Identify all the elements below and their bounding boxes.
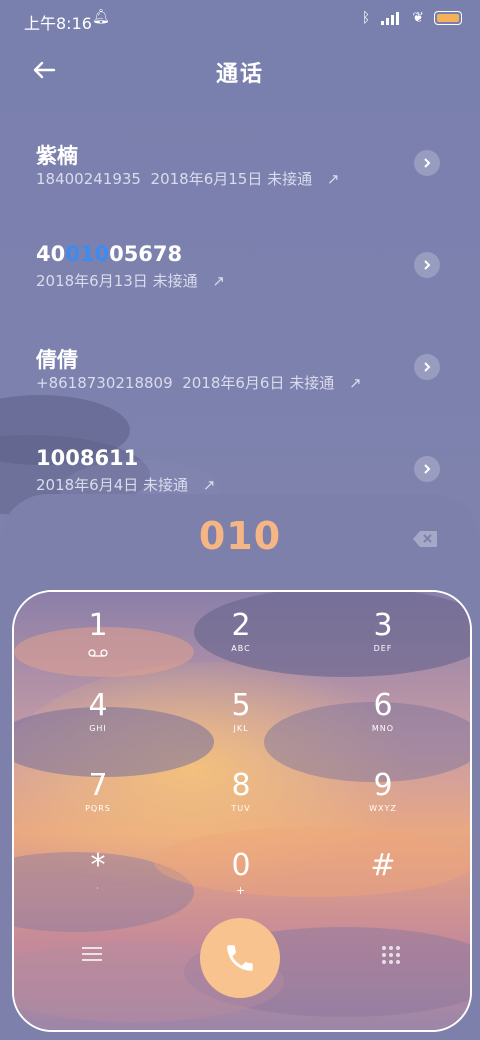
page-title: 通话: [215, 62, 264, 87]
call-date: 2018年6月15日: [150, 170, 263, 188]
call-item[interactable]: 紫楠 18400241935 2018年6月15日 未接通 ↗: [0, 120, 480, 222]
phone-icon: [227, 945, 253, 971]
status-bar: 上午8:16 🔔︎ ᛒ ❦: [0, 0, 480, 40]
dialed-number: 010: [198, 514, 282, 558]
key-letters: ·: [96, 884, 100, 893]
call-meta: +8618730218809 2018年6月6日 未接通 ↗: [36, 372, 362, 393]
status-icons: ᛒ ❦: [362, 10, 462, 26]
key-5[interactable]: 5 JKL: [201, 688, 281, 734]
call-name: 1008611: [36, 446, 139, 470]
call-meta: 18400241935 2018年6月15日 未接通 ↗: [36, 168, 340, 189]
key-digit: 3: [373, 608, 393, 643]
alarm-icon: 🔔︎: [92, 9, 110, 25]
key-digit: 4: [88, 688, 108, 723]
bluetooth-icon: ᛒ: [361, 10, 371, 26]
key-4[interactable]: 4 GHI: [58, 688, 138, 734]
key-digit: 9: [373, 768, 393, 803]
call-name: 紫楠: [36, 144, 78, 168]
call-name-part: 05678: [109, 242, 183, 266]
key-letters: ABC: [231, 644, 251, 653]
battery-icon: [434, 11, 462, 25]
keypad: 1 2 ABC 3 DEF 4 GHI 5 JKL 6 MNO 7 PQRS 8: [12, 590, 472, 1032]
key-digit: 5: [231, 688, 251, 723]
voicemail-icon: [88, 649, 108, 657]
call-date: 2018年6月13日: [36, 272, 148, 290]
call-name-match: 010: [65, 242, 110, 266]
call-item[interactable]: 倩倩 +8618730218809 2018年6月6日 未接通 ↗: [0, 324, 480, 426]
chevron-right-icon[interactable]: [414, 456, 440, 482]
key-3[interactable]: 3 DEF: [343, 608, 423, 654]
key-letters: PQRS: [85, 804, 111, 813]
call-status: 未接通: [289, 374, 335, 392]
key-letters: WXYZ: [369, 804, 397, 813]
outgoing-call-icon: ↗: [349, 374, 362, 392]
key-7[interactable]: 7 PQRS: [58, 768, 138, 814]
outgoing-call-icon: ↗: [202, 476, 216, 494]
call-button[interactable]: [200, 918, 280, 998]
key-9[interactable]: 9 WXYZ: [343, 768, 423, 814]
signal-icon: [381, 12, 400, 25]
outgoing-call-icon: ↗: [212, 272, 225, 290]
key-letters: MNO: [371, 724, 395, 733]
key-1[interactable]: 1: [58, 610, 138, 661]
call-number: 18400241935: [36, 170, 141, 188]
key-star[interactable]: * ·: [58, 848, 138, 894]
call-date: 2018年6月4日: [36, 476, 139, 494]
menu-icon[interactable]: [80, 944, 104, 964]
backspace-icon[interactable]: [412, 530, 438, 548]
key-letters: JKL: [233, 724, 249, 733]
key-digit: 0: [231, 848, 251, 883]
call-name: 倩倩: [36, 348, 78, 372]
call-status: 未接通: [152, 272, 198, 290]
header: 通话: [0, 48, 480, 92]
call-number: +8618730218809: [36, 374, 173, 392]
key-letters: DEF: [373, 644, 393, 653]
dialpad-icon[interactable]: [380, 944, 402, 966]
key-digit: 2: [231, 608, 251, 643]
key-digit: 8: [231, 768, 251, 803]
key-digit: 6: [373, 688, 393, 723]
key-6[interactable]: 6 MNO: [343, 688, 423, 734]
call-status: 未接通: [143, 476, 189, 494]
call-meta: 2018年6月4日 未接通 ↗: [36, 474, 215, 495]
key-digit: 7: [88, 768, 108, 803]
key-2[interactable]: 2 ABC: [201, 608, 281, 654]
key-8[interactable]: 8 TUV: [201, 768, 281, 814]
key-letters: TUV: [231, 804, 251, 813]
call-name-part: 40: [36, 242, 66, 266]
key-letters: +: [235, 884, 247, 897]
key-0[interactable]: 0 +: [201, 848, 281, 898]
call-status: 未接通: [267, 170, 313, 188]
call-meta: 2018年6月13日 未接通 ↗: [36, 270, 225, 291]
key-digit: 1: [88, 608, 108, 643]
leaf-icon: ❦: [412, 10, 424, 26]
chevron-right-icon[interactable]: [414, 354, 440, 380]
key-letters: GHI: [89, 724, 107, 733]
key-hash[interactable]: #: [343, 850, 423, 884]
chevron-right-icon[interactable]: [414, 150, 440, 176]
outgoing-call-icon: ↗: [326, 170, 340, 188]
call-name: 4001005678: [36, 242, 182, 266]
chevron-right-icon[interactable]: [414, 252, 440, 278]
dial-panel: 010 1 2 ABC 3 DEF 4 GHI 5 JKL 6 MNO 7 PQ…: [0, 494, 480, 1040]
key-digit: *: [90, 848, 106, 883]
call-date: 2018年6月6日: [182, 374, 285, 392]
call-list: 紫楠 18400241935 2018年6月15日 未接通 ↗ 40010056…: [0, 120, 480, 528]
call-item[interactable]: 4001005678 2018年6月13日 未接通 ↗: [0, 222, 480, 324]
status-time: 上午8:16: [24, 14, 92, 33]
key-digit: #: [370, 848, 396, 883]
